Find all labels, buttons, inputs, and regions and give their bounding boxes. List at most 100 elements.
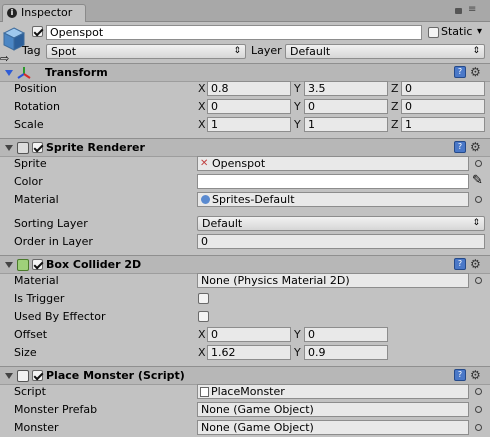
size-label: Size: [14, 346, 37, 359]
object-picker-icon[interactable]: [475, 196, 482, 203]
sprite-renderer-title: Sprite Renderer: [46, 141, 145, 154]
help-book-icon[interactable]: ?: [454, 369, 466, 381]
chevron-icon: ⇕: [472, 46, 480, 56]
offset-x-input[interactable]: 0: [207, 327, 291, 342]
object-picker-icon[interactable]: [475, 388, 482, 395]
place-monster-title: Place Monster (Script): [46, 369, 185, 382]
size-x-axis: X: [198, 346, 206, 359]
layer-value: Default: [290, 45, 331, 58]
material-value: Sprites-Default: [212, 193, 295, 206]
static-label: Static: [441, 25, 473, 38]
inspector-tab-label: Inspector: [21, 6, 73, 19]
place-monster-enabled-checkbox[interactable]: [32, 370, 43, 381]
help-book-icon[interactable]: ?: [454, 66, 466, 78]
monster-prefab-label: Monster Prefab: [14, 403, 98, 416]
tag-value: Spot: [51, 45, 77, 58]
inspector-tab[interactable]: i Inspector: [2, 4, 86, 22]
chevron-icon: ⇕: [472, 218, 480, 228]
gear-icon[interactable]: ⚙: [470, 258, 484, 270]
rotation-y-input[interactable]: 0: [304, 99, 388, 114]
script-file-icon: [200, 387, 209, 397]
script-field[interactable]: PlaceMonster: [197, 384, 469, 399]
rotation-y-axis: Y: [294, 100, 301, 113]
scale-z-input[interactable]: 1: [401, 117, 485, 132]
object-picker-icon[interactable]: [475, 160, 482, 167]
script-icon: [17, 370, 29, 382]
panel-menu-icon[interactable]: ≡: [468, 5, 480, 16]
gear-icon[interactable]: ⚙: [470, 141, 484, 153]
position-z-input[interactable]: 0: [401, 81, 485, 96]
foldout-arrow-icon[interactable]: [5, 262, 13, 268]
gameobject-name-input[interactable]: Openspot: [46, 25, 422, 40]
material-sphere-icon: [201, 195, 210, 204]
material-field[interactable]: Sprites-Default: [197, 192, 469, 207]
scale-x-input[interactable]: 1: [207, 117, 291, 132]
object-picker-icon[interactable]: [475, 424, 482, 431]
position-y-axis: Y: [294, 82, 301, 95]
static-dropdown-icon[interactable]: ▾: [477, 24, 482, 40]
info-icon: i: [7, 8, 17, 18]
collider-material-label: Material: [14, 274, 59, 287]
position-z-axis: Z: [391, 82, 399, 95]
collider-material-field[interactable]: None (Physics Material 2D): [197, 273, 469, 288]
box-collider-header[interactable]: Box Collider 2D ? ⚙: [0, 255, 490, 274]
object-picker-icon[interactable]: [475, 406, 482, 413]
rotation-x-input[interactable]: 0: [207, 99, 291, 114]
script-label: Script: [14, 385, 46, 398]
position-label: Position: [14, 82, 57, 95]
foldout-arrow-icon[interactable]: [5, 70, 13, 76]
lock-icon[interactable]: [455, 8, 462, 14]
used-by-effector-label: Used By Effector: [14, 310, 106, 323]
eyedropper-icon[interactable]: ✎: [472, 173, 483, 189]
color-field[interactable]: [197, 174, 469, 189]
order-in-layer-label: Order in Layer: [14, 235, 93, 248]
foldout-arrow-icon[interactable]: [5, 373, 13, 379]
scale-y-input[interactable]: 1: [304, 117, 388, 132]
is-trigger-checkbox[interactable]: [198, 293, 209, 304]
monster-field[interactable]: None (Game Object): [197, 420, 469, 435]
help-book-icon[interactable]: ?: [454, 258, 466, 270]
sorting-layer-label: Sorting Layer: [14, 217, 88, 230]
monster-prefab-field[interactable]: None (Game Object): [197, 402, 469, 417]
transform-axes-icon: [17, 67, 31, 79]
foldout-arrow-icon[interactable]: [5, 145, 13, 151]
help-book-icon[interactable]: ?: [454, 141, 466, 153]
sprite-renderer-header[interactable]: Sprite Renderer ? ⚙: [0, 138, 490, 157]
sprite-renderer-enabled-checkbox[interactable]: [32, 142, 43, 153]
layer-dropdown[interactable]: Default ⇕: [285, 44, 485, 59]
size-y-axis: Y: [294, 346, 301, 359]
place-monster-header[interactable]: Place Monster (Script) ? ⚙: [0, 366, 490, 385]
transform-title: Transform: [45, 66, 108, 79]
used-by-effector-checkbox[interactable]: [198, 311, 209, 322]
position-x-input[interactable]: 0.8: [207, 81, 291, 96]
tab-bar: i Inspector ≡: [0, 0, 490, 22]
gear-icon[interactable]: ⚙: [470, 369, 484, 381]
script-value: PlaceMonster: [211, 385, 285, 398]
static-checkbox[interactable]: [428, 27, 439, 38]
rotation-z-axis: Z: [391, 100, 399, 113]
transform-header[interactable]: Transform ? ⚙: [0, 63, 490, 82]
gear-icon[interactable]: ⚙: [470, 66, 484, 78]
rotation-label: Rotation: [14, 100, 61, 113]
tag-dropdown[interactable]: Spot ⇕: [46, 44, 246, 59]
sprite-label: Sprite: [14, 157, 47, 170]
size-y-input[interactable]: 0.9: [304, 345, 388, 360]
sprite-field[interactable]: ✕ Openspot: [197, 156, 469, 171]
sorting-layer-dropdown[interactable]: Default ⇕: [197, 216, 485, 231]
offset-y-input[interactable]: 0: [304, 327, 388, 342]
scale-z-axis: Z: [391, 118, 399, 131]
position-y-input[interactable]: 3.5: [304, 81, 388, 96]
rotation-z-input[interactable]: 0: [401, 99, 485, 114]
object-picker-icon[interactable]: [475, 277, 482, 284]
size-x-input[interactable]: 1.62: [207, 345, 291, 360]
scale-y-axis: Y: [294, 118, 301, 131]
box-collider-icon: [17, 259, 29, 271]
rotation-x-axis: X: [198, 100, 206, 113]
color-label: Color: [14, 175, 43, 188]
sprite-value: Openspot: [212, 157, 266, 170]
order-in-layer-input[interactable]: 0: [197, 234, 485, 249]
box-collider-enabled-checkbox[interactable]: [32, 259, 43, 270]
layer-label: Layer: [251, 44, 282, 57]
chevron-icon: ⇕: [233, 46, 241, 56]
gameobject-active-checkbox[interactable]: [32, 26, 43, 37]
